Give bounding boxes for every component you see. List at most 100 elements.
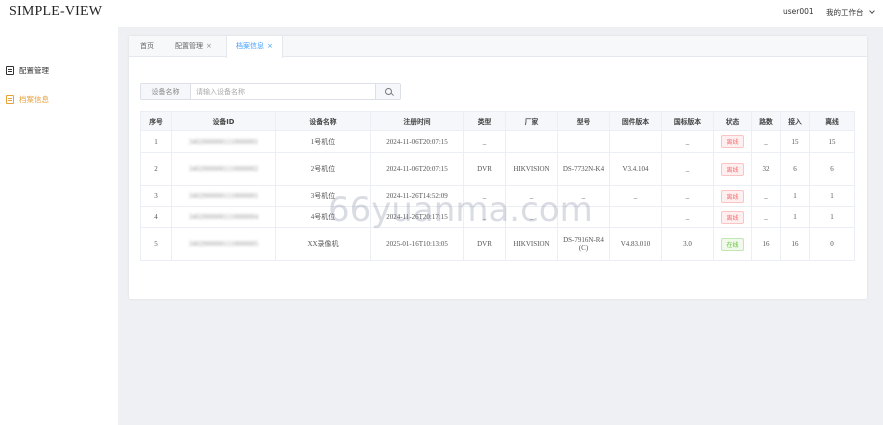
table-cell: 4 — [140, 206, 172, 228]
table-cell: 6 — [780, 152, 810, 186]
status-badge: 离线 — [721, 189, 744, 203]
sidebar-item-config[interactable]: 配置管理 — [6, 63, 49, 77]
device-id-cell: 34020000001110000002 — [171, 152, 276, 186]
device-id-cell: 34020000001110000004 — [171, 206, 276, 228]
device-table: 序号 设备ID 设备名称 注册时间 类型 厂家 型号 固件版本 国标版本 状态 … — [140, 111, 855, 261]
table-cell: 1 — [780, 206, 810, 228]
table-cell: _ — [751, 185, 781, 207]
tab-label: 配置管理 — [175, 42, 203, 50]
sidebar: 配置管理 档案信息 — [0, 28, 118, 425]
column-header: 接入 — [780, 111, 810, 131]
column-header: 状态 — [713, 111, 752, 131]
table-cell: HIKVISION — [505, 227, 558, 261]
table-cell: _ — [661, 130, 714, 153]
table-cell: _ — [661, 206, 714, 228]
table-cell: XX录像机 — [275, 227, 371, 261]
table-cell: _ — [661, 152, 714, 186]
main-content: 首页 配置管理× 档案信息× 设备名称 序号 设备ID 设备名称 注册时间 类型… — [118, 27, 883, 425]
column-header: 类型 — [463, 111, 506, 131]
device-search: 设备名称 — [140, 83, 401, 100]
column-header: 设备名称 — [275, 111, 371, 131]
table-row[interactable]: 1 34020000001110000001 1号机位 2024-11-06T2… — [140, 130, 855, 153]
table-cell: DVR — [463, 227, 506, 261]
table-cell: 16 — [751, 227, 781, 261]
sidebar-item-label: 配置管理 — [19, 65, 49, 75]
chevron-down-icon — [868, 8, 875, 14]
table-cell: V3.4.104 — [609, 152, 662, 186]
table-header-row: 序号 设备ID 设备名称 注册时间 类型 厂家 型号 固件版本 国标版本 状态 … — [140, 111, 855, 131]
column-header: 路数 — [751, 111, 781, 131]
column-header: 离线 — [809, 111, 855, 131]
table-cell: 1 — [809, 185, 855, 207]
table-cell: _ — [751, 206, 781, 228]
table-cell: 32 — [751, 152, 781, 186]
column-header: 序号 — [140, 111, 172, 131]
table-row[interactable]: 3 34020000001110000001 3号机位 2024-11-26T1… — [140, 185, 855, 207]
table-cell — [609, 130, 662, 153]
status-badge: 在线 — [721, 237, 744, 251]
table-row[interactable]: 5 34020000001110000005 XX录像机 2025-01-16T… — [140, 227, 855, 261]
table-cell: V4.83.010 — [609, 227, 662, 261]
table-cell: 3 — [140, 185, 172, 207]
username[interactable]: user001 — [783, 7, 814, 16]
table-cell — [505, 130, 558, 153]
table-cell: 2024-11-26T14:52:09 — [370, 185, 464, 207]
table-cell: 15 — [780, 130, 810, 153]
device-id-cell: 34020000001110000001 — [171, 185, 276, 207]
table-cell: 3.0 — [661, 227, 714, 261]
tab-archive[interactable]: 档案信息 × — [226, 36, 283, 58]
table-cell: _ — [463, 130, 506, 153]
table-cell — [557, 130, 610, 153]
search-button[interactable] — [375, 84, 400, 99]
table-cell: _ — [463, 206, 506, 228]
search-label: 设备名称 — [141, 84, 191, 99]
tab-config[interactable]: 配置管理 × — [166, 36, 221, 57]
table-row[interactable]: 2 34020000001110000002 2号机位 2024-11-06T2… — [140, 152, 855, 186]
table-cell: 15 — [809, 130, 855, 153]
column-header: 型号 — [557, 111, 610, 131]
status-badge: 离线 — [721, 135, 744, 148]
device-id-cell: 34020000001110000005 — [171, 227, 276, 261]
sidebar-item-label: 档案信息 — [19, 94, 49, 104]
table-cell: 4号机位 — [275, 206, 371, 228]
table-cell: 2 — [140, 152, 172, 186]
table-cell: 2024-11-06T20:07:15 — [370, 152, 464, 186]
table-cell: HIKVISION — [505, 152, 558, 186]
table-cell: 3号机位 — [275, 185, 371, 207]
table-row[interactable]: 4 34020000001110000004 4号机位 2024-11-26T2… — [140, 206, 855, 228]
table-cell: 1 — [780, 185, 810, 207]
table-cell: 5 — [140, 227, 172, 261]
table-cell: _ — [661, 185, 714, 207]
table-cell: 0 — [809, 227, 855, 261]
tab-bar: 首页 配置管理 × 档案信息 × — [129, 36, 867, 58]
device-id-cell: 34020000001110000001 — [171, 130, 276, 153]
table-cell: 2号机位 — [275, 152, 371, 186]
table-cell: 6 — [809, 152, 855, 186]
table-cell: 16 — [780, 227, 810, 261]
table-cell — [609, 206, 662, 228]
status-cell: 离线 — [713, 185, 752, 207]
sidebar-item-archive[interactable]: 档案信息 — [6, 92, 49, 106]
status-cell: 离线 — [713, 130, 752, 153]
column-header: 厂家 — [505, 111, 558, 131]
table-cell: 2024-11-26T20:17:15 — [370, 206, 464, 228]
close-icon[interactable]: × — [267, 42, 273, 50]
table-cell: _ — [751, 130, 781, 153]
document-icon — [6, 94, 14, 104]
workspace-menu[interactable]: 我的工作台 — [826, 7, 875, 18]
close-icon[interactable]: × — [206, 42, 212, 50]
tab-home[interactable]: 首页 — [131, 36, 163, 57]
table-cell: 1 — [809, 206, 855, 228]
table-cell: _ — [505, 185, 558, 207]
table-cell: DS-7732N-K4 — [557, 152, 610, 186]
table-cell: _ — [505, 206, 558, 228]
search-icon — [384, 88, 392, 95]
content-card: 首页 配置管理× 档案信息× 设备名称 序号 设备ID 设备名称 注册时间 类型… — [129, 36, 867, 299]
table-cell: 1 — [140, 130, 172, 153]
device-name-input[interactable] — [191, 84, 375, 99]
status-cell: 离线 — [713, 206, 752, 228]
column-header: 注册时间 — [370, 111, 464, 131]
table-cell: _ — [557, 185, 610, 207]
table-cell: 1号机位 — [275, 130, 371, 153]
table-cell: 2024-11-06T20:07:15 — [370, 130, 464, 153]
